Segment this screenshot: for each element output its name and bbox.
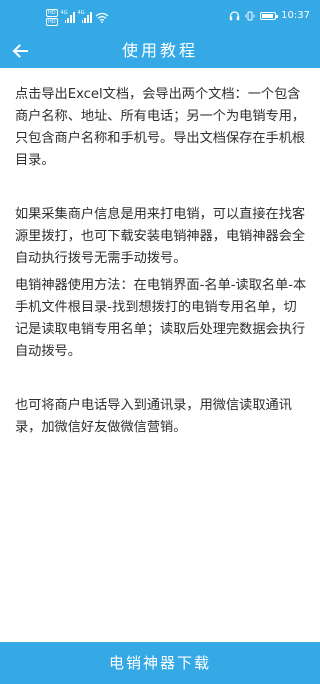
nav-bar: 使用教程: [0, 34, 320, 68]
status-bar: HD HD 4G 4G 10:37: [0, 0, 320, 34]
status-bar-left: HD HD 4G 4G: [46, 9, 109, 26]
status-bar-right: 10:37: [229, 10, 310, 21]
tutorial-paragraph-usage: 电销神器使用方法：在电销界面-名单-读取名单-本手机文件根目录-找到想拨打的电销…: [15, 278, 307, 359]
battery-icon: [260, 11, 279, 20]
network-type-sim2: 4G: [77, 10, 85, 16]
arrow-left-icon: [12, 44, 28, 58]
download-dialer-button[interactable]: 电销神器下载: [0, 642, 320, 684]
wifi-icon: [95, 12, 109, 23]
signal-icon-sim1: 4G: [60, 10, 75, 23]
network-type-sim1: 4G: [60, 10, 68, 16]
vibrate-icon: [245, 11, 255, 20]
signal-icon-sim2: 4G: [77, 10, 92, 23]
tutorial-paragraph-dialer: 如果采集商户信息是用来打电销，可以直接在找客源里拨打，也可下载安装电销神器，电销…: [15, 207, 306, 266]
clock: 10:37: [281, 10, 310, 21]
hd-badge-top: HD: [46, 9, 58, 17]
headphones-icon: [229, 10, 240, 20]
back-button[interactable]: [6, 37, 34, 65]
tutorial-paragraph-export: 点击导出Excel文档，会导出两个文档：一个包含商户名称、地址、所有电话；另一个…: [15, 87, 306, 168]
hd-badges: HD HD: [46, 9, 58, 26]
screen: HD HD 4G 4G 10:37 使用教程 点击导出Excel文档，会导出两个…: [0, 0, 320, 684]
hd-badge-bottom: HD: [46, 18, 58, 26]
page-title: 使用教程: [121, 41, 198, 60]
tutorial-paragraph-wechat: 也可将商户电话导入到通讯录，用微信读取通讯录，加微信好友做微信营销。: [15, 398, 292, 435]
battery-level-fill: [262, 13, 274, 18]
